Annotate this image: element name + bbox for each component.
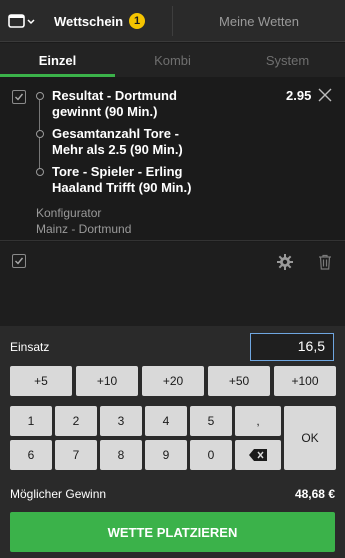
betslip-label: Wettschein — [54, 13, 124, 29]
selection-dot-icon — [36, 92, 44, 100]
payout-value: 48,68 € — [294, 487, 335, 501]
keypad-key[interactable]: 3 — [100, 406, 142, 436]
selection-item: Resultat - Dortmund gewinnt (90 Min.) — [36, 88, 196, 120]
selection-item: Gesamtanzahl Tore - Mehr als 2.5 (90 Min… — [36, 126, 196, 158]
quick-stake-button[interactable]: +20 — [142, 366, 204, 396]
betslip-tools — [0, 242, 345, 326]
bet-card: Resultat - Dortmund gewinnt (90 Min.) Ge… — [0, 78, 345, 241]
keypad-key[interactable]: 4 — [145, 406, 187, 436]
match-name: Mainz - Dortmund — [36, 222, 132, 236]
selection-dot-icon — [36, 130, 44, 138]
keypad-key[interactable]: 9 — [145, 440, 187, 470]
select-all-checkbox[interactable] — [12, 254, 26, 268]
trash-icon[interactable] — [318, 254, 332, 270]
config-label: Konfigurator — [36, 206, 102, 220]
keypad-key[interactable]: 2 — [55, 406, 97, 436]
stake-input[interactable]: 16,5 — [250, 333, 334, 361]
selection-text: Gesamtanzahl Tore - Mehr als 2.5 (90 Min… — [52, 126, 183, 157]
stake-label: Einsatz — [10, 340, 50, 354]
header-bar: Wettschein 1 Meine Wetten — [0, 0, 345, 42]
keypad-key[interactable]: 1 — [10, 406, 52, 436]
tab-single[interactable]: Einzel — [0, 43, 115, 77]
betslip-count-badge: 1 — [129, 13, 146, 29]
keypad-key[interactable]: 5 — [190, 406, 232, 436]
gear-icon[interactable] — [277, 254, 293, 270]
selection-item: Tore - Spieler - Erling Haaland Trifft (… — [36, 164, 196, 196]
keypad-key[interactable]: 0 — [190, 440, 232, 470]
tab-combi[interactable]: Kombi — [115, 43, 230, 77]
check-icon — [15, 257, 24, 265]
stake-panel: Einsatz 16,5 +5 +10 +20 +50 +100 1 2 3 4… — [0, 326, 345, 558]
ok-button[interactable]: OK — [284, 406, 336, 470]
payout-label: Möglicher Gewinn — [10, 487, 107, 501]
backspace-button[interactable] — [235, 440, 281, 470]
place-bet-button[interactable]: WETTE PLATZIEREN — [10, 512, 335, 552]
quick-stake-button[interactable]: +10 — [76, 366, 138, 396]
tab-my-bets[interactable]: Meine Wetten — [173, 0, 345, 42]
selection-list: Resultat - Dortmund gewinnt (90 Min.) Ge… — [36, 88, 196, 196]
tab-betslip[interactable]: Wettschein 1 — [44, 0, 173, 42]
bet-type-tabs: Einzel Kombi System — [0, 43, 345, 77]
backspace-icon — [249, 449, 267, 461]
keypad-key[interactable]: 7 — [55, 440, 97, 470]
close-icon[interactable] — [318, 88, 332, 102]
selection-text: Tore - Spieler - Erling Haaland Trifft (… — [52, 164, 192, 195]
keypad-key[interactable]: 8 — [100, 440, 142, 470]
selection-dot-icon — [36, 168, 44, 176]
wallet-icon[interactable] — [8, 13, 36, 29]
keypad-key[interactable]: , — [235, 406, 281, 436]
quick-stake-button[interactable]: +50 — [208, 366, 270, 396]
selection-text: Resultat - Dortmund gewinnt (90 Min.) — [52, 88, 177, 119]
keypad-key[interactable]: 6 — [10, 440, 52, 470]
bet-config: Konfigurator Mainz - Dortmund — [36, 205, 131, 237]
quick-stake-button[interactable]: +5 — [10, 366, 72, 396]
check-icon — [15, 93, 24, 101]
bet-checkbox[interactable] — [12, 90, 26, 104]
quick-stake-button[interactable]: +100 — [274, 366, 336, 396]
tab-system[interactable]: System — [230, 43, 345, 77]
bet-odds: 2.95 — [286, 88, 312, 103]
